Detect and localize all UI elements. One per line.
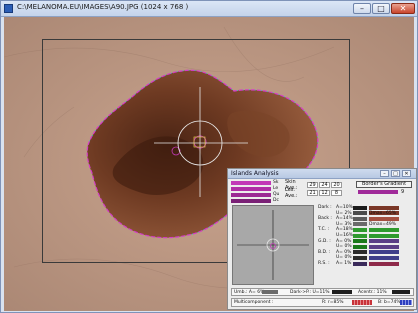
stat-name: Back : [318, 216, 332, 222]
stat-color-bar [353, 222, 367, 227]
multicomponent-row: Multicomponent : R: r=85% B: b=74% [231, 298, 414, 307]
dark-p-value: Dark->P.: U=11% [290, 290, 330, 295]
swatch-row: Sk [231, 180, 283, 186]
stat-color-bar [369, 256, 399, 261]
stat-color-bar [353, 211, 367, 216]
panel-title-bar[interactable]: Islands Analysis – □ ✕ [228, 169, 416, 179]
stat-color-bar [353, 261, 367, 266]
b-value: B: b=74% [378, 300, 401, 305]
stat-color-bar [353, 256, 367, 261]
swatch-bar [231, 186, 271, 191]
panel-maximize-button[interactable]: □ [391, 170, 400, 177]
r-bar [352, 300, 372, 305]
stat-value: A=18% [336, 227, 353, 233]
stat-name: B.D. : [318, 249, 331, 255]
stat-name: T.C. : [318, 227, 330, 233]
umb-value: Umb.: A= 6% [234, 290, 265, 295]
stat-value: A=14% [336, 216, 353, 222]
border-gradient-bar [358, 189, 398, 194]
multicomponent-label: Multicomponent : [234, 300, 274, 305]
swatch-bar [231, 180, 271, 185]
stat-color-bar [369, 250, 399, 255]
stat-color-bar [369, 244, 399, 249]
stat-color-bar [369, 216, 399, 221]
acentr-bar [392, 290, 410, 294]
stat-color-bar [369, 239, 399, 244]
swatch-list: Sk Le Qu Dc [231, 180, 283, 204]
swatch-label: Le [273, 186, 279, 192]
stat-value: A= 1% [336, 260, 352, 266]
stat-name: R.S. : [318, 260, 330, 266]
stat-color-bar [353, 228, 367, 233]
islands-analysis-panel: Islands Analysis – □ ✕ Sk Le Qu Dc Skin … [227, 168, 417, 310]
stat-name: Dark : [318, 205, 332, 210]
swatch-bar [231, 192, 271, 197]
stat-value: A=10% [336, 205, 353, 210]
maximize-button[interactable]: □ [372, 3, 390, 14]
plot-axes [237, 210, 309, 280]
stat-extra: Dmax=65% [369, 210, 397, 216]
lesion-ave-label: Les. Ave.: [285, 187, 298, 199]
lesion-ave-value: 21 [307, 190, 318, 196]
stat-color-bar [369, 205, 399, 210]
swatch-label: Dc [273, 198, 279, 204]
stat-row: R.S. : A= 1% [318, 261, 414, 267]
swatch-row: Le [231, 186, 283, 192]
panel-title: Islands Analysis [231, 170, 279, 177]
app-icon [4, 4, 13, 13]
swatch-row: Dc [231, 198, 283, 204]
umbilication-row: Umb.: A= 6% Dark->P.: U=11% Acentr.: 11% [231, 288, 414, 296]
border-gradient-value: 9 [401, 188, 405, 195]
color-scatter-plot[interactable] [232, 205, 314, 285]
skin-ave-value: 29 [307, 182, 318, 188]
stat-value: U= 0% [336, 255, 352, 261]
swatch-label: Qu [273, 192, 280, 198]
window-title: C:\MELANOMA.EU\IMAGES\A90.JPG (1024 x 76… [17, 3, 189, 11]
swatch-label: Sk [273, 180, 279, 186]
close-button[interactable]: ✕ [391, 3, 415, 14]
border-gradient-button[interactable]: Border's Gradient [356, 181, 412, 188]
dark-p-bar [332, 290, 352, 294]
panel-close-button[interactable]: ✕ [402, 170, 411, 177]
stat-color-bar [369, 233, 399, 238]
stat-color-bar [353, 244, 367, 249]
stat-color-bar [369, 261, 399, 266]
minimize-button[interactable]: – [353, 3, 371, 14]
stat-color-bar [353, 205, 367, 210]
b-bar [400, 300, 412, 305]
stat-color-bar [353, 250, 367, 255]
stat-value: U= 0% [336, 244, 352, 250]
border-gradient-indicator: 9 [358, 188, 412, 195]
stat-color-bar [369, 228, 399, 233]
swatch-row: Qu [231, 192, 283, 198]
averages-grid: Skin Ave.: 29 24 20 Les. Ave.: 21 12 8 [285, 179, 343, 199]
title-bar[interactable]: C:\MELANOMA.EU\IMAGES\A90.JPG (1024 x 76… [1, 1, 417, 17]
stat-value: U=16% [336, 232, 354, 238]
stats-list: Dark : A=10% U= 2% Dmax=65% Back : A=14% U= 3%… [318, 205, 414, 267]
image-viewer-window: C:\MELANOMA.EU\IMAGES\A90.JPG (1024 x 76… [0, 0, 418, 313]
umb-bar [262, 290, 278, 294]
stat-name: G.D. : [318, 238, 331, 244]
swatch-bar [231, 198, 271, 203]
lesion-ave-value: 12 [319, 190, 330, 196]
stat-color-bar [353, 216, 367, 221]
panel-minimize-button[interactable]: – [380, 170, 389, 177]
skin-ave-value: 20 [331, 182, 342, 188]
stat-color-bar [353, 239, 367, 244]
r-value: R: r=85% [322, 300, 344, 305]
stat-color-bar [353, 233, 367, 238]
lesion-ave-value: 8 [331, 190, 342, 196]
stat-value: A= 0% [336, 238, 352, 244]
stat-extra: Dmax=49% [369, 221, 397, 227]
skin-ave-value: 24 [319, 182, 330, 188]
acentr-value: Acentr.: 11% [358, 290, 387, 295]
stat-value: U= 2% [336, 210, 352, 216]
stat-value: A= 0% [336, 249, 352, 255]
